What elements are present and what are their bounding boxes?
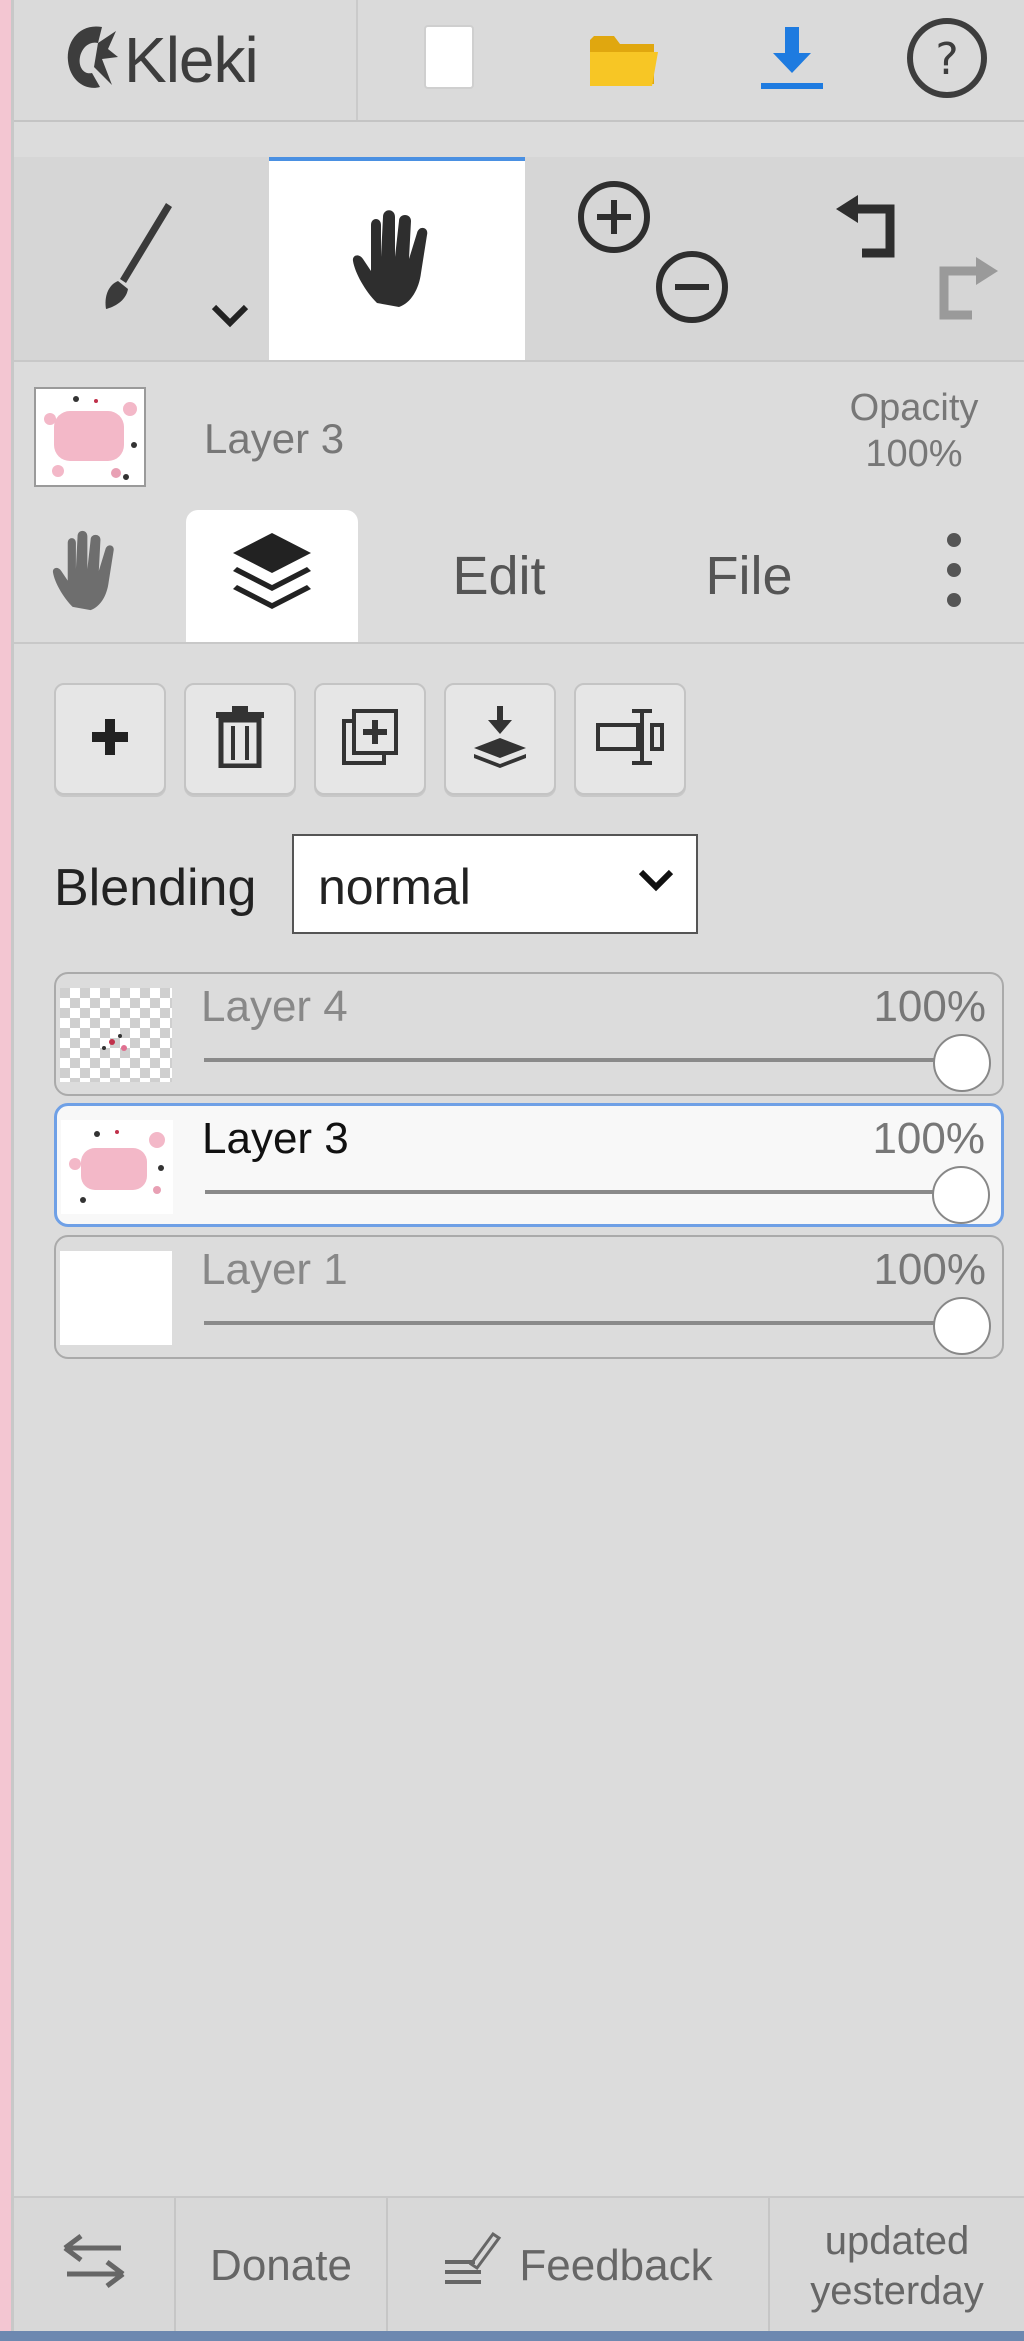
layer-name: Layer 4 [201, 982, 348, 1031]
more-menu-button[interactable] [914, 510, 994, 642]
tab-edit[interactable]: Edit [414, 510, 584, 642]
panel-tabs: Edit File [14, 510, 1024, 644]
blending-mode-value: normal [318, 859, 471, 915]
brush-icon [82, 197, 182, 322]
tab-layers[interactable] [186, 510, 358, 642]
history-buttons [794, 157, 1024, 360]
help-icon: ? [905, 16, 989, 105]
feedback-label: Feedback [519, 2240, 713, 2290]
updated-line-1: updated [824, 2218, 970, 2263]
feedback-button[interactable]: Feedback [388, 2198, 768, 2333]
kleki-logo-icon [62, 23, 120, 98]
add-layer-button[interactable] [54, 683, 166, 795]
more-vertical-icon [944, 530, 964, 623]
changelog-link[interactable]: updated yesterday [770, 2198, 1024, 2333]
current-layer-thumbnail [34, 387, 146, 487]
svg-text:?: ? [935, 34, 958, 85]
current-layer-name: Layer 3 [204, 415, 345, 462]
swap-arrows-icon [59, 2230, 129, 2301]
hand-icon [347, 203, 447, 318]
hand-tool-button[interactable] [269, 157, 525, 360]
blending-label: Blending [54, 859, 257, 917]
blending-mode-select[interactable]: normal [292, 834, 698, 934]
rename-icon [594, 707, 666, 772]
updated-line-2: yesterday [810, 2268, 984, 2313]
layer-opacity-value: 100% [873, 982, 986, 1031]
new-image-icon [421, 24, 477, 97]
trash-icon [214, 705, 266, 773]
layer-opacity-slider-track[interactable] [204, 1321, 962, 1325]
layer-opacity-slider-track[interactable] [205, 1190, 961, 1194]
current-layer-opacity: Opacity 100% [834, 385, 994, 477]
help-button[interactable]: ? [897, 10, 997, 110]
tool-row [14, 157, 1024, 362]
drawing-canvas-edge[interactable] [0, 0, 14, 2341]
download-icon [757, 23, 827, 98]
layer-4-thumbnail [60, 988, 172, 1082]
layer-opacity-value: 100% [873, 1245, 986, 1294]
plus-icon [88, 715, 132, 764]
merge-down-icon [470, 705, 530, 773]
save-download-button[interactable] [742, 10, 842, 110]
merge-down-button[interactable] [444, 683, 556, 795]
footer-bar: Donate Feedback updated yesterday [14, 2196, 1024, 2333]
open-folder-icon [586, 26, 662, 95]
side-panel: Kleki ? Layer 3 Opacity 100% Edit File B… [14, 0, 1024, 2341]
redo-icon[interactable] [922, 257, 1002, 334]
layer-name: Layer 1 [201, 1245, 348, 1294]
feedback-pen-icon [443, 2230, 503, 2301]
layer-opacity-value: 100% [872, 1114, 985, 1163]
zoom-in-icon[interactable] [574, 177, 654, 262]
topbar-divider [356, 0, 358, 120]
swap-side-button[interactable] [14, 2198, 174, 2333]
brush-tool-button[interactable] [14, 157, 269, 360]
duplicate-icon [340, 707, 400, 772]
layers-icon [227, 527, 317, 626]
layer-row-layer-3[interactable]: Layer 3 100% [54, 1103, 1004, 1227]
layer-1-thumbnail [60, 1251, 172, 1345]
zoom-buttons [534, 157, 728, 360]
layer-opacity-slider-knob[interactable] [933, 1297, 991, 1355]
undo-icon[interactable] [832, 195, 912, 272]
window-bottom-edge [0, 2331, 1024, 2341]
chevron-down-icon [636, 866, 676, 901]
layer-3-thumbnail [61, 1120, 173, 1214]
layer-name: Layer 3 [202, 1114, 349, 1163]
open-image-button[interactable] [574, 10, 674, 110]
tab-hand[interactable] [34, 510, 144, 642]
layer-opacity-slider-knob[interactable] [933, 1034, 991, 1092]
current-layer-info: Layer 3 Opacity 100% [14, 365, 1024, 495]
donate-button[interactable]: Donate [176, 2198, 386, 2333]
top-bar: Kleki ? [14, 0, 1024, 122]
layer-opacity-slider-knob[interactable] [932, 1166, 990, 1224]
delete-layer-button[interactable] [184, 683, 296, 795]
rename-layer-button[interactable] [574, 683, 686, 795]
brush-options-chevron-icon[interactable] [210, 303, 250, 334]
layer-row-layer-4[interactable]: Layer 4 100% [54, 972, 1004, 1096]
layer-row-layer-1[interactable]: Layer 1 100% [54, 1235, 1004, 1359]
new-image-button[interactable] [399, 10, 499, 110]
zoom-out-icon[interactable] [652, 247, 732, 332]
opacity-value: 100% [865, 433, 963, 475]
tab-file[interactable]: File [664, 510, 834, 642]
opacity-label: Opacity [849, 387, 979, 429]
kleki-logo[interactable]: Kleki [62, 18, 259, 102]
logo-text: Kleki [124, 24, 259, 96]
duplicate-layer-button[interactable] [314, 683, 426, 795]
hand-tab-icon [47, 525, 131, 628]
layer-opacity-slider-track[interactable] [204, 1058, 962, 1062]
